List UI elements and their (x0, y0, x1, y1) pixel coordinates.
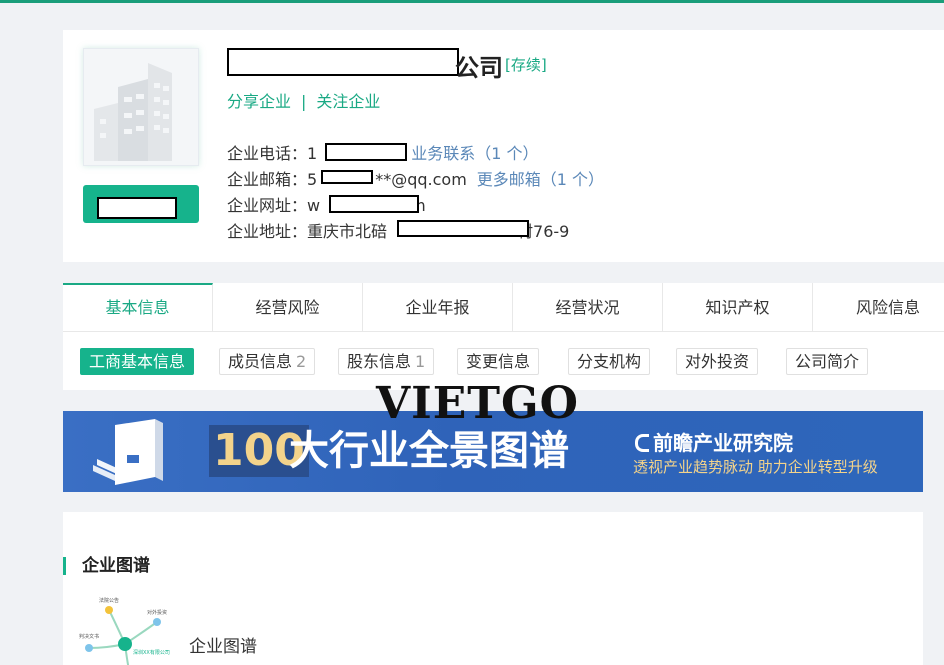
company-name: 公司 (455, 54, 503, 82)
top-accent-line (0, 0, 944, 3)
subtab-members[interactable]: 成员信息 2 (219, 348, 316, 375)
redaction-box (227, 48, 459, 76)
company-actions: 分享企业 | 关注企业 (227, 88, 380, 112)
tab-basic-info[interactable]: 基本信息 (63, 283, 213, 332)
business-contact-link[interactable]: 业务联系（1 个） (411, 144, 538, 163)
address-prefix: 重庆市北碚 (307, 222, 388, 241)
member-count: 2 (296, 352, 307, 371)
banner-slogan: 透视产业趋势脉动 助力企业转型升级 (633, 458, 878, 476)
action-separator: | (301, 92, 307, 111)
tab-business-status[interactable]: 经营状况 (513, 283, 663, 332)
redaction-box (397, 220, 529, 237)
section-title: 企业图谱 (63, 557, 150, 575)
subtab-company-profile[interactable]: 公司简介 (786, 348, 869, 375)
graph-label[interactable]: 企业图谱 (189, 632, 257, 657)
subtab-changes[interactable]: 变更信息 (457, 348, 540, 375)
graph-node-court-notice: 法院公告 (99, 597, 119, 604)
banner-headline: 大行业全景图谱 (289, 428, 569, 474)
graph-node-investment: 对外投资 (147, 609, 167, 616)
redaction-box (97, 197, 177, 219)
watermark-text: VIETGO (376, 378, 579, 429)
claim-company-button[interactable]: 认领企业 (83, 185, 199, 223)
company-status-badge: [存续] (505, 56, 547, 74)
company-header-card: 认领企业 公司 [存续] 分享企业|关注企业 企业电话：1业务联系（1 个） 企… (63, 30, 944, 262)
share-company-link[interactable]: 分享企业 (227, 92, 291, 111)
building-icon (94, 63, 172, 161)
tab-annual-report[interactable]: 企业年报 (363, 283, 513, 332)
graph-node-judgment: 判决文书 (79, 633, 99, 640)
company-logo (83, 48, 199, 166)
phone-value: 1 (307, 144, 318, 163)
shareholder-count: 1 (415, 352, 426, 371)
subtab-shareholders[interactable]: 股东信息 1 (338, 348, 435, 375)
subtab-business-registration[interactable]: 工商基本信息 (80, 348, 195, 375)
tab-intellectual-property[interactable]: 知识产权 (663, 283, 813, 332)
subtab-branches[interactable]: 分支机构 (568, 348, 651, 375)
redaction-box (325, 143, 407, 161)
email-prefix: 5 (307, 170, 318, 189)
brand-logo-icon (635, 434, 649, 452)
email-value: **@qq.com (375, 170, 467, 189)
report-book-icon (93, 419, 163, 485)
tab-business-risk[interactable]: 经营风险 (213, 283, 363, 332)
website-prefix[interactable]: w (307, 196, 320, 215)
banner-brand: 前瞻产业研究院 (635, 427, 793, 456)
graph-node-company: 深圳XX有限公司 (133, 649, 170, 656)
redaction-box (329, 195, 419, 213)
more-emails-link[interactable]: 更多邮箱（1 个） (477, 170, 604, 189)
main-tabs: 基本信息 经营风险 企业年报 经营状况 知识产权 风险信息 (63, 283, 944, 332)
company-graph-card: 企业图谱 法院公告 对外投资 判决文书 深圳XX有限公司 企业图谱 (63, 512, 923, 665)
follow-company-link[interactable]: 关注企业 (316, 92, 380, 111)
tab-risk-info[interactable]: 风险信息 (813, 283, 944, 332)
redaction-box (321, 170, 373, 184)
subtab-investments[interactable]: 对外投资 (676, 348, 759, 375)
company-graph-thumbnail[interactable]: 法院公告 对外投资 判决文书 深圳XX有限公司 (77, 592, 187, 665)
email-row: 企业邮箱：5 **@qq.com 更多邮箱（1 个） (227, 170, 605, 189)
